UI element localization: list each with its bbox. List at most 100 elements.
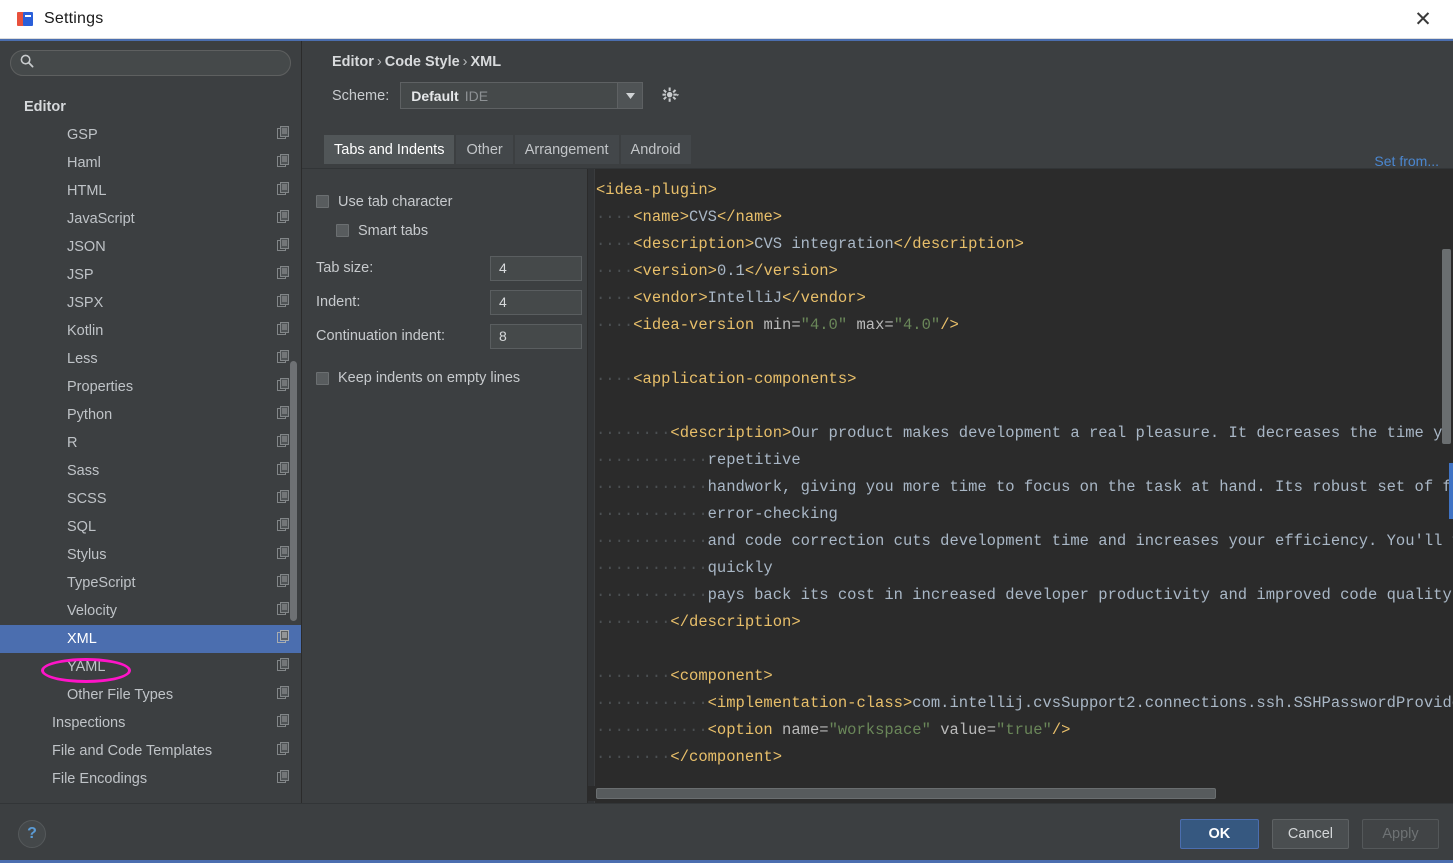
horizontal-scrollbar[interactable] <box>596 788 1216 799</box>
sidebar-group-editor[interactable]: Editor <box>0 93 301 121</box>
code-token-tag: <component> <box>670 667 773 685</box>
sidebar-item-label: HTML <box>67 183 107 199</box>
code-token-tag: </vendor> <box>782 289 866 307</box>
code-line: ············<implementation-class>com.in… <box>596 690 1453 717</box>
search-input[interactable] <box>41 55 281 71</box>
keep-indents-checkbox[interactable] <box>316 371 329 385</box>
sidebar-item-html[interactable]: HTML <box>0 177 301 205</box>
sidebar-item-label: Less <box>67 351 98 367</box>
sidebar-item-less[interactable]: Less <box>0 345 301 373</box>
copy-scheme-icon[interactable] <box>277 238 291 256</box>
tab-size-row: Tab size: <box>316 251 587 285</box>
copy-scheme-icon[interactable] <box>277 322 291 340</box>
copy-scheme-icon[interactable] <box>277 210 291 228</box>
indent-guide-dots: ············ <box>596 505 708 523</box>
copy-scheme-icon[interactable] <box>277 574 291 592</box>
sidebar-item-file-and-code-templates[interactable]: File and Code Templates <box>0 737 301 765</box>
sidebar-item-typescript[interactable]: TypeScript <box>0 569 301 597</box>
set-from-link[interactable]: Set from... <box>1374 153 1439 169</box>
breadcrumb-editor[interactable]: Editor <box>332 54 374 70</box>
use-tab-character-label: Use tab character <box>338 193 453 210</box>
copy-scheme-icon[interactable] <box>277 182 291 200</box>
sidebar-item-yaml[interactable]: YAML <box>0 653 301 681</box>
breadcrumb-xml[interactable]: XML <box>471 54 502 70</box>
sidebar-item-scss[interactable]: SCSS <box>0 485 301 513</box>
sidebar-item-jsp[interactable]: JSP <box>0 261 301 289</box>
copy-scheme-icon[interactable] <box>277 126 291 144</box>
copy-scheme-icon[interactable] <box>277 658 291 676</box>
preview-code[interactable]: <idea-plugin> ····<name>CVS</name> ····<de… <box>596 177 1453 781</box>
chevron-down-icon[interactable] <box>617 83 643 108</box>
continuation-indent-row: Continuation indent: <box>316 319 587 353</box>
cancel-button[interactable]: Cancel <box>1271 818 1349 849</box>
tab-content: Use tab character Smart tabs Tab size: I… <box>302 168 1453 803</box>
tab-size-input[interactable] <box>490 255 582 281</box>
copy-scheme-icon[interactable] <box>277 406 291 424</box>
tab-tabs-and-indents[interactable]: Tabs and Indents <box>324 135 455 164</box>
sidebar-item-gsp[interactable]: GSP <box>0 121 301 149</box>
tab-android[interactable]: Android <box>620 135 691 164</box>
copy-scheme-icon[interactable] <box>277 462 291 480</box>
copy-scheme-icon[interactable] <box>277 518 291 536</box>
copy-scheme-icon[interactable] <box>277 742 291 760</box>
vertical-scrollbar[interactable] <box>1442 249 1451 444</box>
help-icon[interactable]: ? <box>18 819 46 848</box>
breadcrumb-code-style[interactable]: Code Style <box>385 54 460 70</box>
breadcrumb: Editor › Code Style › XML <box>302 41 1453 70</box>
code-preview[interactable]: <idea-plugin> ····<name>CVS</name> ····<de… <box>588 169 1453 803</box>
code-token-tag: <idea-plugin> <box>596 181 717 199</box>
sidebar-item-javascript[interactable]: JavaScript <box>0 205 301 233</box>
search-box[interactable] <box>10 50 291 76</box>
copy-scheme-icon[interactable] <box>277 602 291 620</box>
code-token-aval: "4.0" <box>893 316 941 334</box>
copy-scheme-icon[interactable] <box>277 546 291 564</box>
continuation-indent-input[interactable] <box>490 323 582 349</box>
close-icon[interactable]: ✕ <box>1403 2 1443 36</box>
copy-scheme-icon[interactable] <box>277 714 291 732</box>
sidebar-item-python[interactable]: Python <box>0 401 301 429</box>
code-token-tag: <description> <box>633 235 755 253</box>
code-line: ············pays back its cost in increa… <box>596 582 1453 609</box>
keep-indents-label: Keep indents on empty lines <box>338 370 521 386</box>
sidebar-item-file-encodings[interactable]: File Encodings <box>0 765 301 793</box>
smart-tabs-row[interactable]: Smart tabs <box>316 216 587 245</box>
sidebar-item-r[interactable]: R <box>0 429 301 457</box>
copy-scheme-icon[interactable] <box>277 266 291 284</box>
use-tab-character-checkbox[interactable] <box>316 195 329 208</box>
copy-scheme-icon[interactable] <box>277 770 291 788</box>
scheme-dropdown[interactable]: Default IDE <box>400 82 644 109</box>
sidebar-item-jspx[interactable]: JSPX <box>0 289 301 317</box>
use-tab-character-row[interactable]: Use tab character <box>316 187 587 216</box>
scheme-value-text: Default <box>411 87 459 104</box>
sidebar-item-other-file-types[interactable]: Other File Types <box>0 681 301 709</box>
sidebar-item-xml[interactable]: XML <box>0 625 301 653</box>
sidebar-scrollbar[interactable] <box>290 361 297 621</box>
copy-scheme-icon[interactable] <box>277 378 291 396</box>
copy-scheme-icon[interactable] <box>277 350 291 368</box>
copy-scheme-icon[interactable] <box>277 630 291 648</box>
sidebar-item-json[interactable]: JSON <box>0 233 301 261</box>
ok-button[interactable]: OK <box>1179 818 1259 849</box>
sidebar-item-properties[interactable]: Properties <box>0 373 301 401</box>
indent-input[interactable] <box>490 289 582 315</box>
copy-scheme-icon[interactable] <box>277 434 291 452</box>
sidebar-item-haml[interactable]: Haml <box>0 149 301 177</box>
sidebar-item-velocity[interactable]: Velocity <box>0 597 301 625</box>
apply-button[interactable]: Apply <box>1362 818 1439 849</box>
tab-other[interactable]: Other <box>456 135 513 164</box>
copy-scheme-icon[interactable] <box>277 686 291 704</box>
gear-icon[interactable] <box>657 84 683 108</box>
sidebar-item-inspections[interactable]: Inspections <box>0 709 301 737</box>
sidebar-item-sql[interactable]: SQL <box>0 513 301 541</box>
sidebar-item-kotlin[interactable]: Kotlin <box>0 317 301 345</box>
code-token-tag: <idea-version <box>633 316 755 334</box>
smart-tabs-checkbox[interactable] <box>336 224 349 237</box>
keep-indents-row[interactable]: Keep indents on empty lines <box>316 361 587 395</box>
copy-scheme-icon[interactable] <box>277 490 291 508</box>
code-token-txt: quickly <box>707 559 773 577</box>
copy-scheme-icon[interactable] <box>277 154 291 172</box>
sidebar-item-stylus[interactable]: Stylus <box>0 541 301 569</box>
tab-arrangement[interactable]: Arrangement <box>514 135 619 164</box>
sidebar-item-sass[interactable]: Sass <box>0 457 301 485</box>
copy-scheme-icon[interactable] <box>277 294 291 312</box>
